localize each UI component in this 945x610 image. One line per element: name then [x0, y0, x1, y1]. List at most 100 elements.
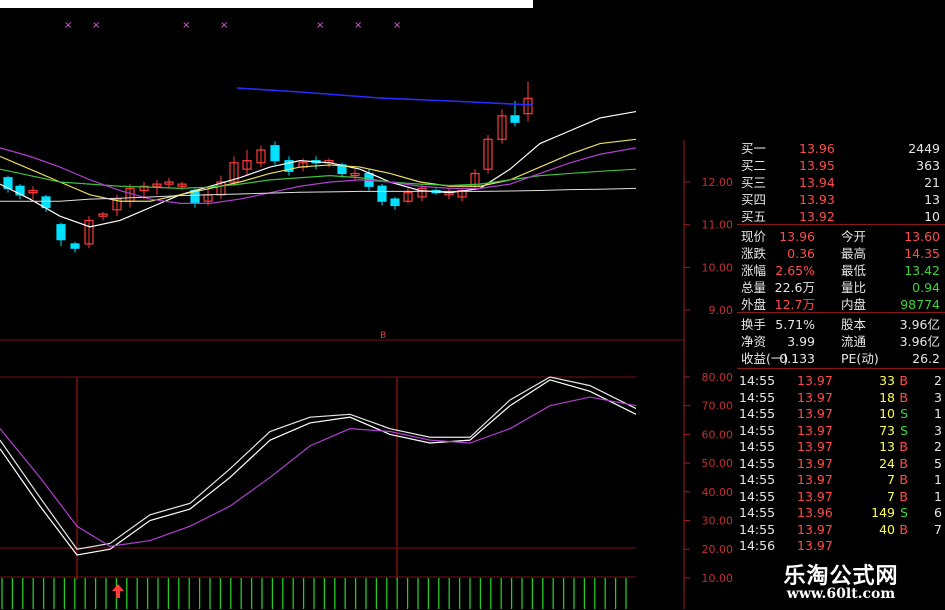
tick-price: 13.97: [797, 472, 833, 487]
quote-value: 0.36: [787, 246, 815, 261]
tick-time: 14:55: [739, 406, 776, 421]
tick-time: 14:55: [739, 422, 776, 438]
tick-count: 1: [934, 406, 942, 421]
tick-time: 14:55: [739, 472, 776, 487]
fundamentals-label: PE(动): [841, 351, 879, 366]
quote-value: 0.94: [912, 280, 940, 295]
order-book-row[interactable]: 买四 13.93 13: [737, 191, 945, 208]
quote-value: 2.65%: [775, 263, 815, 278]
tick-side: B: [899, 439, 908, 454]
tick-row[interactable]: 14:55 13.97 7 B 1: [737, 488, 945, 505]
tick-side: B: [899, 373, 908, 388]
tick-price: 13.96: [797, 505, 833, 520]
quote-panel: 买一 13.96 2449 买二 13.95 363 买三 13.94 21 买四 13.93 13 买…: [737, 140, 945, 610]
up-arrow-icon: [112, 584, 124, 598]
price-axis-label: 10.00: [702, 261, 734, 274]
quote-label: 最低: [841, 263, 867, 278]
tick-count: 2: [934, 439, 942, 454]
tick-row[interactable]: 14:55 13.97 73 S 3: [737, 422, 945, 439]
candle-body: [390, 198, 400, 207]
tick-time: 14:55: [739, 389, 776, 405]
tick-volume: 149: [871, 505, 895, 520]
kdj-axis-label: 70.00: [702, 400, 734, 413]
order-book-price: 13.93: [799, 192, 835, 207]
tick-row[interactable]: 14:55 13.97 33 B 2: [737, 372, 945, 389]
tick-side: B: [899, 472, 908, 487]
tick-side: B: [899, 488, 908, 504]
tick-side: S: [900, 505, 908, 520]
tick-price: 13.97: [797, 373, 833, 388]
tick-time: 14:55: [739, 505, 776, 520]
tick-side: S: [900, 422, 908, 438]
tick-count: 3: [934, 389, 942, 405]
tick-count: 1: [934, 488, 942, 504]
tick-side: S: [900, 406, 908, 421]
cross-marker: ×: [316, 20, 324, 31]
order-book-row[interactable]: 买二 13.95 363: [737, 157, 945, 174]
order-book-row[interactable]: 买三 13.94 21: [737, 174, 945, 191]
tick-price: 13.97: [797, 406, 833, 421]
cross-marker: ×: [64, 20, 72, 31]
order-book-price: 13.95: [799, 158, 835, 173]
chart-canvas[interactable]: 12.00 11.00 10.00 9.00 80.00 70.00 60.00 50.00 4…: [0, 0, 737, 609]
fundamentals-value: 3.99: [787, 334, 815, 349]
panel-divider: [737, 312, 945, 313]
quote-value: 12.7万: [774, 297, 815, 312]
order-book-volume: 2449: [908, 141, 940, 156]
kdj-axis-label: 20.00: [702, 543, 734, 556]
tick-side: B: [899, 455, 908, 471]
tick-side: B: [899, 389, 908, 405]
quote-label: 最高: [841, 246, 867, 261]
tick-volume: 10: [879, 406, 895, 421]
panel-divider: [737, 368, 945, 369]
quote-row: 涨幅 2.65% 最低 13.42: [737, 262, 945, 279]
kdj-axis-label: 30.00: [702, 515, 734, 528]
fundamentals-value: 3.96亿: [899, 317, 940, 332]
panel-divider: [737, 224, 945, 225]
tick-volume: 13: [879, 439, 895, 454]
tick-row[interactable]: 14:55 13.96 149 S 6: [737, 504, 945, 521]
quote-row: 现价 13.96 今开 13.60: [737, 228, 945, 245]
candle-body: [510, 115, 520, 123]
tick-time: 14:55: [739, 455, 776, 471]
tick-price: 13.97: [797, 455, 833, 471]
kdj-axis-label: 80.00: [702, 371, 734, 384]
fundamentals-label: 股本: [841, 317, 867, 332]
tick-volume: 7: [887, 472, 895, 487]
tick-time: 14:55: [739, 521, 776, 537]
order-book-label: 买四: [741, 192, 767, 207]
kdj-k-line: [0, 379, 637, 556]
order-book-row[interactable]: 买五 13.92 10: [737, 208, 945, 225]
ma60-line: [236, 87, 534, 106]
order-book-price: 13.94: [799, 175, 835, 190]
cross-marker: ×: [354, 20, 362, 31]
tick-row[interactable]: 14:55 13.97 40 B 7: [737, 521, 945, 538]
order-book-volume: 363: [916, 158, 940, 173]
tick-row[interactable]: 14:55 13.97 7 B 1: [737, 471, 945, 488]
kdj-axis-label: 40.00: [702, 486, 734, 499]
ma5-line: [0, 110, 637, 228]
candle-body: [56, 224, 66, 241]
order-book-price: 13.92: [799, 209, 835, 224]
tick-row[interactable]: 14:55 13.97 24 B 5: [737, 455, 945, 472]
tick-row[interactable]: 14:55 13.97 13 B 2: [737, 438, 945, 455]
fundamentals-row: 换手 5.71% 股本 3.96亿: [737, 316, 945, 333]
buy-marker: B: [380, 331, 386, 341]
tick-row[interactable]: 14:55 13.97 18 B 3: [737, 389, 945, 406]
tick-price: 13.97: [797, 439, 833, 454]
tick-volume: 33: [879, 373, 895, 388]
order-book-volume: 13: [924, 192, 940, 207]
cross-marker: ×: [220, 20, 228, 31]
tick-count: 5: [934, 455, 942, 471]
ma20-line: [0, 168, 637, 190]
fundamentals-label: 净资: [741, 334, 767, 349]
ma120-line: [0, 187, 637, 202]
tick-row[interactable]: 14:55 13.97 10 S 1: [737, 405, 945, 422]
order-book-row[interactable]: 买一 13.96 2449: [737, 140, 945, 157]
quote-row: 涨跌 0.36 最高 14.35: [737, 245, 945, 262]
quote-value: 13.60: [904, 229, 940, 244]
tick-time: 14:55: [739, 488, 776, 504]
tick-time: 14:55: [739, 373, 776, 388]
fundamentals-row: 净资 3.99 流通 3.96亿: [737, 333, 945, 350]
tick-price: 13.97: [797, 389, 833, 405]
